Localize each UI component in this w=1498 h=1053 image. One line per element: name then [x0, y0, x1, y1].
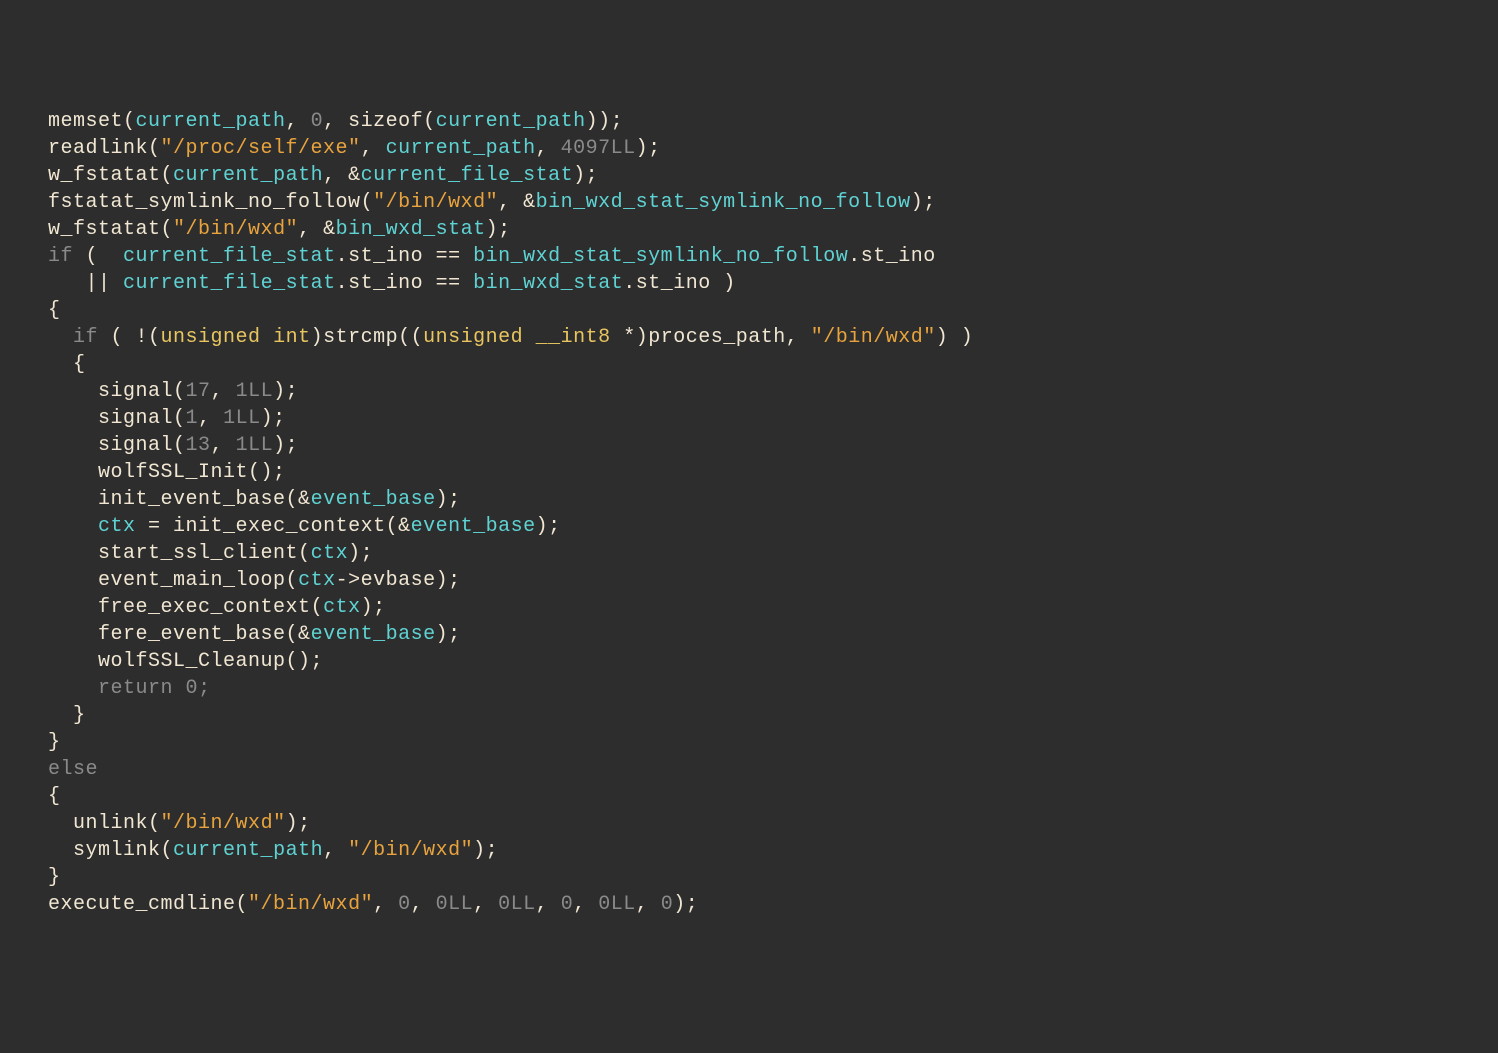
code-line: else [48, 758, 98, 781]
code-line: signal(17, 1LL); [48, 380, 298, 403]
code-line: } [48, 866, 61, 889]
code-line: } [48, 731, 61, 754]
code-line: w_fstatat(current_path, &current_file_st… [48, 164, 598, 187]
code-line: || current_file_stat.st_ino == bin_wxd_s… [48, 272, 736, 295]
code-line: } [48, 704, 86, 727]
code-line: symlink(current_path, "/bin/wxd"); [48, 839, 498, 862]
code-line: signal(13, 1LL); [48, 434, 298, 457]
code-line: unlink("/bin/wxd"); [48, 812, 311, 835]
code-line: if ( !(unsigned int)strcmp((unsigned __i… [48, 326, 973, 349]
code-line: free_exec_context(ctx); [48, 596, 386, 619]
code-line: { [48, 353, 86, 376]
code-line: execute_cmdline("/bin/wxd", 0, 0LL, 0LL,… [48, 893, 698, 916]
code-line: w_fstatat("/bin/wxd", &bin_wxd_stat); [48, 218, 511, 241]
code-line: fstatat_symlink_no_follow("/bin/wxd", &b… [48, 191, 936, 214]
code-line: wolfSSL_Init(); [48, 461, 286, 484]
code-line: { [48, 785, 61, 808]
code-line: { [48, 299, 61, 322]
code-block: memset(current_path, 0, sizeof(current_p… [0, 108, 1498, 918]
code-line: memset(current_path, 0, sizeof(current_p… [48, 110, 623, 133]
code-line: signal(1, 1LL); [48, 407, 286, 430]
code-line: ctx = init_exec_context(&event_base); [48, 515, 561, 538]
code-line: init_event_base(&event_base); [48, 488, 461, 511]
code-line: event_main_loop(ctx->evbase); [48, 569, 461, 592]
code-line: readlink("/proc/self/exe", current_path,… [48, 137, 661, 160]
code-line: start_ssl_client(ctx); [48, 542, 373, 565]
code-line: wolfSSL_Cleanup(); [48, 650, 323, 673]
code-line: fere_event_base(&event_base); [48, 623, 461, 646]
code-line: return 0; [48, 677, 211, 700]
code-line: if ( current_file_stat.st_ino == bin_wxd… [48, 245, 936, 268]
